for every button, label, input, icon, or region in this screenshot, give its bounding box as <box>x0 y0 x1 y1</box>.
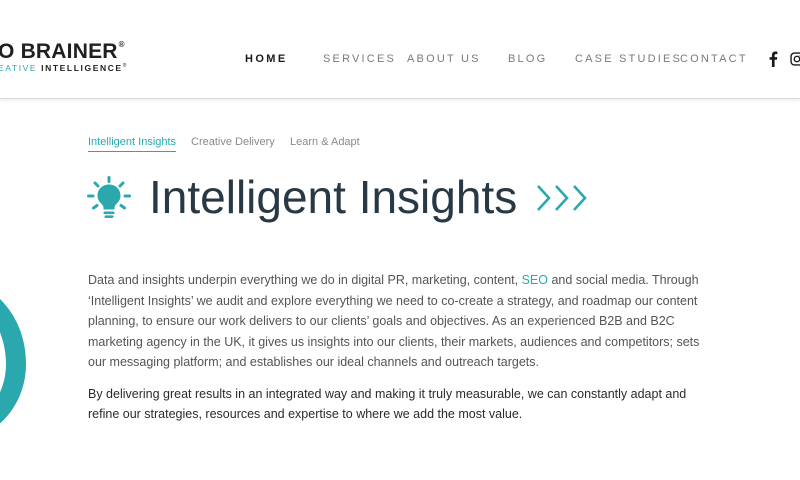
page-title: Intelligent Insights <box>149 171 518 223</box>
instagram-icon[interactable] <box>790 51 800 67</box>
tab-learn-adapt[interactable]: Learn & Adapt <box>290 136 360 151</box>
nav-item-about-us[interactable]: ABOUT US <box>407 53 481 65</box>
nav-item-case-studies[interactable]: CASE STUDIES <box>575 53 682 65</box>
nav-item-contact[interactable]: CONTACT <box>680 53 748 65</box>
section-body: Data and insights underpin everything we… <box>88 270 716 425</box>
tab-creative-delivery[interactable]: Creative Delivery <box>191 136 275 151</box>
page: O BRAINER® EATIVE INTELLIGENCE® HOME SER… <box>0 0 800 480</box>
main-nav: HOME SERVICES ABOUT US BLOG CASE STUDIES… <box>0 53 800 67</box>
lightbulb-icon <box>87 176 131 218</box>
nav-item-services[interactable]: SERVICES <box>323 53 396 65</box>
summary-paragraph: By delivering great results in an integr… <box>88 386 687 422</box>
facebook-icon[interactable] <box>767 51 779 67</box>
section-heading: Intelligent Insights <box>86 170 606 226</box>
site-header: O BRAINER® EATIVE INTELLIGENCE® HOME SER… <box>0 0 800 99</box>
seo-link[interactable]: SEO <box>522 273 548 287</box>
nav-item-home[interactable]: HOME <box>245 53 288 65</box>
triple-chevron-icon <box>537 185 587 211</box>
decorative-ring <box>0 299 26 424</box>
tab-intelligent-insights[interactable]: Intelligent Insights <box>88 136 177 152</box>
intro-paragraph: Data and insights underpin everything we… <box>88 273 700 369</box>
nav-item-blog[interactable]: BLOG <box>508 53 547 65</box>
